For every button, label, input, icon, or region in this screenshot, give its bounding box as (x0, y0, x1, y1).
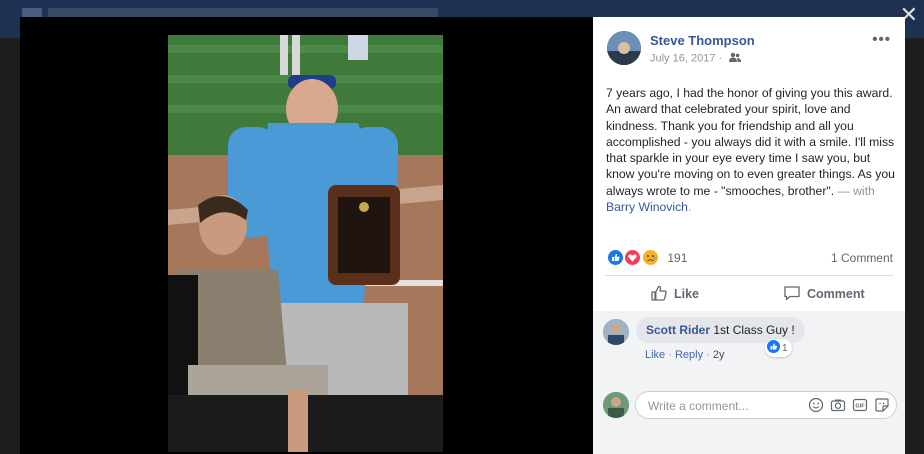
composer-icons: GIF (808, 397, 890, 413)
emoji-icon[interactable] (808, 397, 824, 413)
comment-bubble-icon (783, 284, 801, 305)
comment-button-label: Comment (807, 287, 865, 301)
like-button-label: Like (674, 287, 700, 301)
comment-input[interactable] (646, 398, 800, 414)
comment-like-link[interactable]: Like (645, 349, 665, 361)
svg-text:GIF: GIF (855, 404, 865, 410)
tagged-person-link[interactable]: Barry Winovich (606, 200, 688, 214)
comments-count-link[interactable]: 1 Comment (831, 251, 893, 265)
with-prefix: — with (834, 183, 875, 198)
author-avatar[interactable] (607, 31, 641, 65)
like-reaction-icon (767, 340, 780, 356)
reaction-count: 191 (667, 250, 688, 265)
current-user-avatar (603, 392, 629, 418)
comment-reply-link[interactable]: Reply (675, 349, 703, 361)
comment-age[interactable]: 2y (713, 349, 725, 361)
commenter-avatar[interactable] (603, 319, 629, 345)
post-date: July 16, 2017 · (650, 52, 742, 65)
thumbs-up-icon (650, 284, 668, 305)
sad-reaction-icon (641, 249, 659, 267)
commenter-name[interactable]: Scott Rider (646, 323, 710, 337)
comment-text: 1st Class Guy ! (713, 323, 795, 337)
like-reaction-icon (607, 249, 624, 267)
love-reaction-icon (624, 249, 642, 267)
comment-composer[interactable]: GIF (635, 391, 897, 419)
divider (605, 275, 893, 276)
post-date-text[interactable]: July 16, 2017 · (650, 52, 722, 64)
post-text: 7 years ago, I had the honor of giving y… (606, 85, 898, 215)
camera-icon[interactable] (830, 397, 846, 413)
tagged-suffix: . (687, 200, 692, 215)
comment-button[interactable]: Comment (783, 283, 865, 305)
comment-like-count: 1 (782, 342, 788, 354)
post-side-panel: Steve Thompson July 16, 2017 · ••• 7 yea… (593, 17, 905, 454)
gif-icon[interactable]: GIF (852, 397, 868, 413)
post-body-text: 7 years ago, I had the honor of giving y… (606, 86, 895, 198)
comment-actions: Like · Reply · 2y (645, 349, 725, 361)
post-author-name[interactable]: Steve Thompson (650, 33, 755, 48)
comment-reaction-badge[interactable]: 1 (765, 339, 792, 357)
like-button[interactable]: Like (650, 283, 699, 305)
more-options-icon[interactable]: ••• (872, 31, 891, 48)
photo-illustration (168, 35, 443, 452)
sticker-icon[interactable] (874, 397, 890, 413)
post-photo[interactable] (168, 35, 443, 452)
comments-section: Scott Rider 1st Class Guy ! 1 Like · Rep… (593, 311, 905, 454)
friends-icon[interactable] (729, 52, 742, 65)
reactions-summary[interactable]: 191 (607, 249, 687, 267)
